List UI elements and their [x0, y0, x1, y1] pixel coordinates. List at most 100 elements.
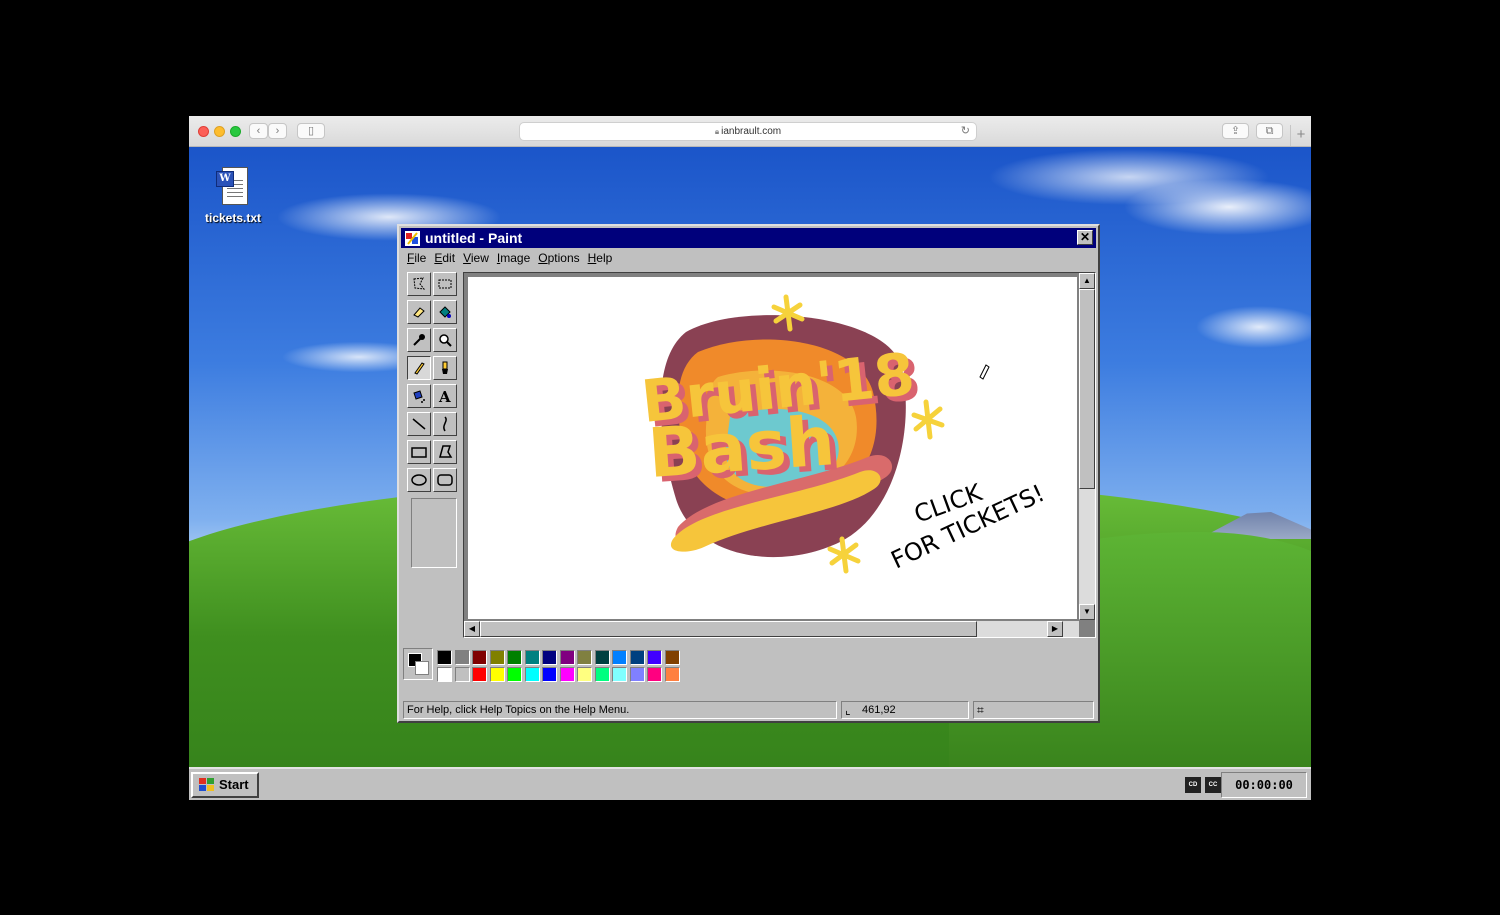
- desktop-icon-tickets[interactable]: W tickets.txt: [203, 167, 263, 225]
- palette-swatch[interactable]: [472, 650, 487, 665]
- minimize-window-button[interactable]: [214, 126, 225, 137]
- brush-icon: [442, 361, 448, 374]
- rectangle-icon: [411, 447, 427, 458]
- ellipse-tool[interactable]: [407, 468, 431, 492]
- palette-swatch[interactable]: [629, 650, 645, 665]
- palette-swatch[interactable]: [542, 667, 557, 682]
- palette-swatch[interactable]: [524, 650, 540, 665]
- cd-icon[interactable]: CD: [1185, 777, 1201, 793]
- airbrush-icon: [413, 390, 425, 403]
- free-select-tool[interactable]: [407, 272, 431, 296]
- palette-swatch[interactable]: [454, 667, 470, 682]
- palette-swatch[interactable]: [437, 667, 452, 682]
- palette-swatch[interactable]: [577, 667, 592, 682]
- fill-tool[interactable]: [433, 300, 457, 324]
- ellipse-icon: [411, 474, 427, 486]
- close-button[interactable]: ✕: [1077, 230, 1093, 245]
- lock-icon: 🔒︎: [714, 127, 720, 136]
- palette-swatch[interactable]: [664, 650, 680, 665]
- menu-view[interactable]: View: [463, 251, 489, 265]
- status-coordinates: ⌞ 461,92: [841, 701, 969, 719]
- desktop-icon-label: tickets.txt: [204, 211, 262, 225]
- palette-swatch[interactable]: [454, 650, 470, 665]
- cc-icon[interactable]: CC: [1205, 777, 1221, 793]
- palette-swatch[interactable]: [489, 650, 505, 665]
- pencil-cursor-icon: [979, 364, 990, 380]
- chevron-left-icon[interactable]: ‹: [249, 123, 268, 139]
- magnifier-icon: [439, 334, 452, 347]
- horizontal-scroll-thumb[interactable]: [480, 621, 977, 637]
- palette-swatch[interactable]: [612, 667, 627, 682]
- clock: 00:00:00: [1221, 772, 1307, 798]
- vertical-scroll-thumb[interactable]: [1079, 289, 1095, 489]
- click-for-tickets-text[interactable]: CLICK FOR TICKETS!: [887, 478, 1049, 574]
- window-title: untitled - Paint: [425, 230, 523, 246]
- logo-text-bash: Bash: [646, 402, 838, 494]
- menu-edit[interactable]: Edit: [434, 251, 455, 265]
- palette-swatch[interactable]: [594, 650, 610, 665]
- eraser-tool[interactable]: [407, 300, 431, 324]
- reload-icon[interactable]: ↻: [961, 123, 970, 140]
- sidebar-icon[interactable]: ▯: [297, 123, 325, 139]
- drawing-canvas[interactable]: Bruin'18 Bruin'18 Bash Bash CLICK FOR TI…: [468, 277, 1077, 619]
- palette-swatch[interactable]: [612, 650, 627, 665]
- curve-tool[interactable]: [433, 412, 457, 436]
- palette-swatch[interactable]: [542, 650, 557, 665]
- color-picker-tool[interactable]: [407, 328, 431, 352]
- vertical-scrollbar[interactable]: ▲ ▼: [1079, 273, 1095, 620]
- airbrush-tool[interactable]: [407, 384, 431, 408]
- chevron-right-icon[interactable]: ›: [268, 123, 287, 139]
- palette-swatch[interactable]: [489, 667, 505, 682]
- text-tool[interactable]: A: [433, 384, 457, 408]
- palette-swatch[interactable]: [647, 650, 662, 665]
- palette-swatch[interactable]: [664, 667, 680, 682]
- line-tool[interactable]: [407, 412, 431, 436]
- paint-titlebar[interactable]: untitled - Paint ✕: [401, 228, 1096, 248]
- share-icon[interactable]: ⇪: [1222, 123, 1249, 139]
- scroll-up-button[interactable]: ▲: [1079, 273, 1095, 289]
- palette-swatch[interactable]: [524, 667, 540, 682]
- start-label: Start: [219, 777, 249, 792]
- horizontal-scrollbar[interactable]: ◀ ▶: [464, 621, 1079, 637]
- rectangle-tool[interactable]: [407, 440, 431, 464]
- palette-swatch[interactable]: [507, 650, 522, 665]
- rounded-rect-tool[interactable]: [433, 468, 457, 492]
- address-bar[interactable]: 🔒︎ ianbrault.com ↻: [519, 122, 977, 141]
- palette-swatch[interactable]: [507, 667, 522, 682]
- close-window-button[interactable]: [198, 126, 209, 137]
- palette-swatch[interactable]: [629, 667, 645, 682]
- pencil-tool[interactable]: [407, 356, 431, 380]
- magnifier-tool[interactable]: [433, 328, 457, 352]
- paint-bucket-icon: [439, 306, 451, 318]
- palette-swatch[interactable]: [437, 650, 452, 665]
- brush-tool[interactable]: [433, 356, 457, 380]
- zoom-window-button[interactable]: [230, 126, 241, 137]
- scroll-down-button[interactable]: ▼: [1079, 604, 1095, 620]
- url-text: ianbrault.com: [721, 126, 782, 137]
- bruin-bash-artwork[interactable]: Bruin'18 Bruin'18 Bash Bash CLICK FOR TI…: [468, 277, 1077, 619]
- polygon-tool[interactable]: [433, 440, 457, 464]
- menu-file[interactable]: File: [407, 251, 426, 265]
- tool-options-box[interactable]: [411, 498, 457, 568]
- eyedropper-icon: [413, 334, 425, 346]
- toolbox: A: [403, 272, 459, 572]
- palette-swatch[interactable]: [594, 667, 610, 682]
- current-colors[interactable]: [403, 648, 433, 680]
- palette-swatch[interactable]: [559, 667, 575, 682]
- palette-swatch[interactable]: [559, 650, 575, 665]
- menu-image[interactable]: Image: [497, 251, 530, 265]
- rect-select-tool[interactable]: [433, 272, 457, 296]
- new-tab-button[interactable]: +: [1290, 125, 1311, 146]
- menu-options[interactable]: Options: [538, 251, 579, 265]
- status-selection-size: ⌗: [973, 701, 1094, 719]
- scroll-right-button[interactable]: ▶: [1047, 621, 1063, 637]
- scroll-left-button[interactable]: ◀: [464, 621, 480, 637]
- palette-swatch[interactable]: [647, 667, 662, 682]
- taskbar: Start CD CC 00:00:00: [189, 767, 1311, 800]
- palette-swatch[interactable]: [472, 667, 487, 682]
- palette-swatch[interactable]: [577, 650, 592, 665]
- start-button[interactable]: Start: [191, 772, 259, 798]
- tabs-icon[interactable]: ⧉: [1256, 123, 1283, 139]
- eraser-icon: [413, 307, 425, 318]
- menu-help[interactable]: Help: [588, 251, 613, 265]
